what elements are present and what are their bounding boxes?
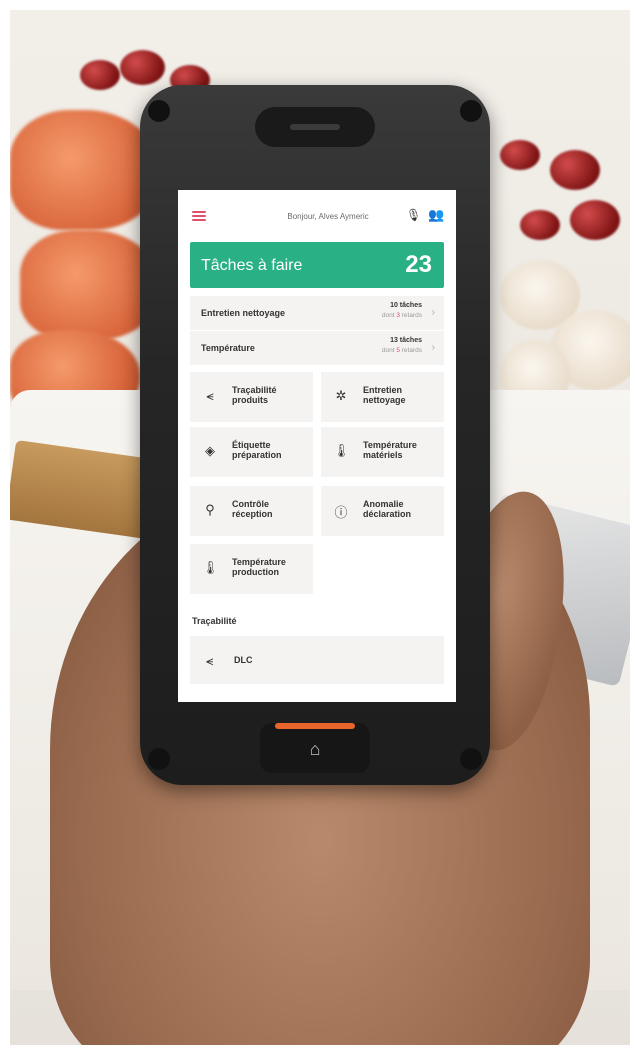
search-icon: ⚲ — [205, 502, 215, 517]
task-row-late: dont 3 retards — [381, 312, 422, 319]
users-icon[interactable]: 👥 — [428, 207, 444, 223]
tile-entretien-nettoyage[interactable]: ✲ Entretien nettoyage — [321, 372, 444, 422]
dlc-label: DLC — [234, 655, 253, 665]
home-button-icon[interactable]: ⌂ — [302, 739, 328, 759]
tile-label: Contrôle réception — [232, 499, 273, 519]
tile-label: Température production — [232, 557, 286, 577]
alert-icon: ⓘ — [334, 505, 348, 520]
app-screen: Bonjour, Alves Aymeric 🎙 👥 Tâches à fair… — [178, 190, 456, 702]
tasks-count: 23 — [405, 251, 432, 278]
tile-label: Étiquette préparation — [232, 440, 282, 460]
tile-temperature-materiels[interactable]: 🌡 Température matériels — [321, 427, 444, 477]
share-icon: ⪪ — [206, 388, 214, 403]
tile-tracabilite-produits[interactable]: ⪪ Traçabilité produits — [190, 372, 313, 422]
task-row-late: dont 5 retards — [381, 347, 422, 354]
thermometer-icon: 🌡 — [333, 443, 350, 458]
tile-label: Entretien nettoyage — [363, 385, 406, 405]
device-chin: ⌂ — [260, 723, 370, 773]
tile-anomalie-declaration[interactable]: ⓘ Anomalie déclaration — [321, 486, 444, 536]
app-header: Bonjour, Alves Aymeric 🎙 👥 — [178, 190, 456, 235]
chevron-right-icon: › — [431, 307, 435, 318]
chevron-right-icon: › — [431, 342, 435, 353]
tile-etiquette-preparation[interactable]: ◈ Étiquette préparation — [190, 427, 313, 477]
tasks-title: Tâches à faire — [201, 257, 303, 274]
task-row-temperature[interactable]: Température 13 tâches dont 5 retards › — [190, 331, 444, 365]
task-row-label: Entretien nettoyage — [201, 308, 286, 318]
task-row-cleaning[interactable]: Entretien nettoyage 10 tâches dont 3 ret… — [190, 296, 444, 330]
tile-temperature-production[interactable]: 🌡 Température production — [190, 544, 313, 594]
thermometer-icon: 🌡 — [202, 560, 219, 575]
tile-label: Anomalie déclaration — [363, 499, 412, 519]
tile-controle-reception[interactable]: ⚲ Contrôle réception — [190, 486, 313, 536]
task-row-count: 10 tâches — [390, 302, 422, 309]
section-title-traceability: Traçabilité — [192, 616, 237, 626]
tag-icon: ◈ — [205, 443, 215, 458]
hamburger-menu-icon[interactable] — [192, 211, 206, 221]
dlc-row[interactable]: ⪪ DLC — [190, 636, 444, 684]
greeting-text: Bonjour, Alves Aymeric — [287, 212, 369, 221]
share-icon: ⪪ — [206, 653, 214, 668]
tile-label: Traçabilité produits — [232, 385, 277, 405]
speaker — [255, 107, 375, 147]
spray-icon: ✲ — [335, 388, 347, 403]
task-row-label: Température — [201, 343, 255, 353]
task-row-count: 13 tâches — [390, 337, 422, 344]
microphone-icon[interactable]: 🎙 — [406, 208, 421, 222]
tasks-summary-card[interactable]: Tâches à faire 23 — [190, 242, 444, 288]
tile-label: Température matériels — [363, 440, 417, 460]
